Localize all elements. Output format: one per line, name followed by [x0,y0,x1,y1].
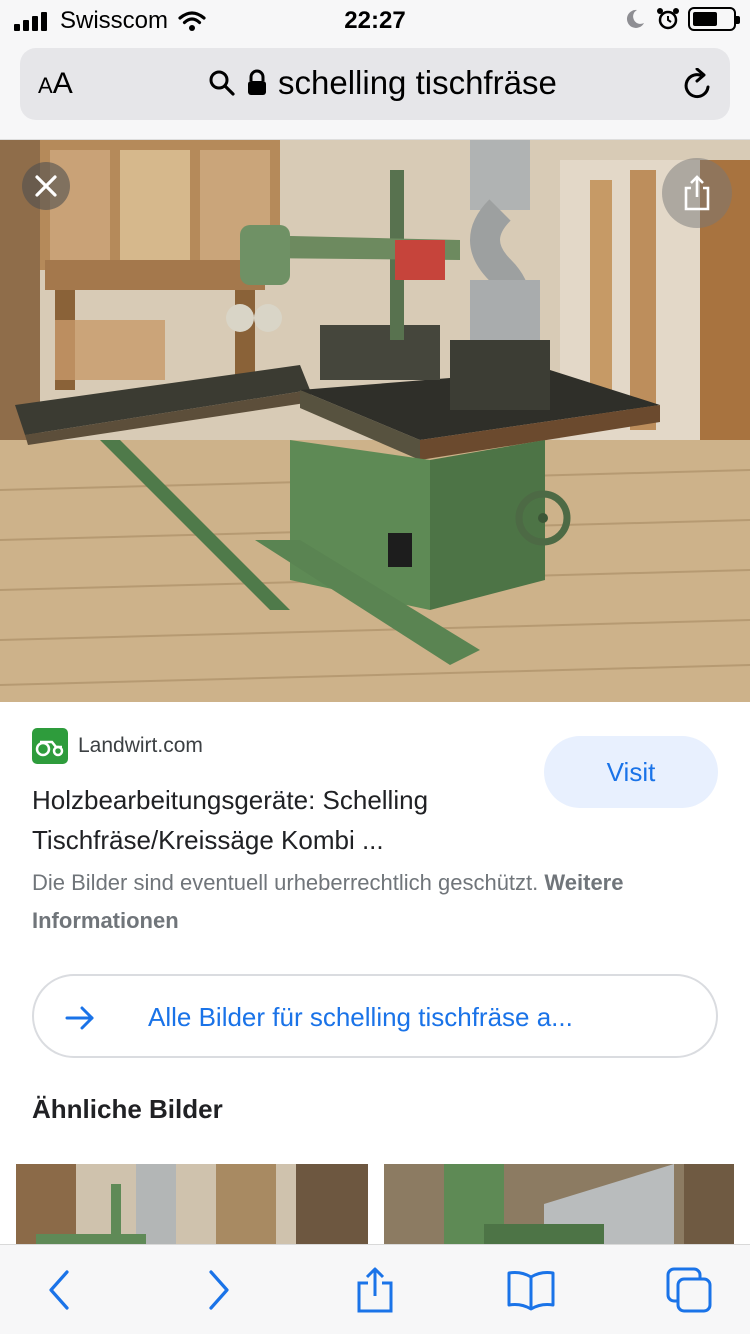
visit-button[interactable]: Visit [544,736,718,808]
address-bar[interactable]: AA schelling tischfräse [20,48,730,120]
tabs-icon [666,1267,712,1313]
browser-toolbar [0,1244,750,1334]
machine-photo [0,140,750,702]
close-image-button[interactable] [22,162,70,210]
back-icon [49,1270,69,1310]
similar-image-1[interactable] [16,1164,368,1254]
browser-nav-area: AA schelling tischfräse [0,40,750,140]
status-right [624,7,740,31]
forward-button[interactable] [194,1265,244,1315]
back-button[interactable] [34,1265,84,1315]
battery-icon [688,7,740,31]
share-icon [684,175,710,211]
bookmarks-button[interactable] [506,1265,556,1315]
text-size-button[interactable]: AA [38,67,73,101]
bookmarks-icon [507,1271,555,1311]
result-source[interactable]: Landwirt.com [32,728,203,764]
close-icon [35,175,57,197]
share-icon [357,1267,393,1313]
url-display[interactable]: schelling tischfräse [208,64,557,102]
url-text: schelling tischfräse [278,64,557,101]
alarm-icon [657,8,679,30]
tabs-button[interactable] [664,1265,714,1315]
share-button[interactable] [350,1265,400,1315]
page: Swisscom 22:27 AA schelling tischfräse L… [0,0,750,1334]
do-not-disturb-icon [626,9,644,28]
similar-images-heading: Ähnliche Bilder [32,1094,223,1124]
arrow-right-icon [65,1006,94,1030]
source-name: Landwirt.com [78,734,203,757]
similar-image-2[interactable] [384,1164,734,1254]
status-bar: Swisscom 22:27 [0,0,750,40]
reload-icon[interactable] [682,68,714,102]
copyright-notice: Die Bilder sind eventuell urheberrechtli… [32,864,722,940]
lock-icon [248,69,266,95]
share-image-button[interactable] [662,158,732,228]
source-favicon-icon [32,728,68,764]
all-images-button[interactable]: Alle Bilder für schelling tischfräse a..… [32,974,718,1058]
all-images-label: Alle Bilder für schelling tischfräse a..… [148,1002,573,1032]
search-icon [209,70,235,96]
forward-icon [209,1270,229,1310]
result-title[interactable]: Holzbearbeitungsgeräte: Schelling Tischf… [32,780,532,860]
result-image[interactable] [0,140,750,702]
similar-image-2-photo [384,1164,734,1254]
similar-image-1-photo [16,1164,368,1254]
copyright-text: Die Bilder sind eventuell urheberrechtli… [32,870,539,895]
